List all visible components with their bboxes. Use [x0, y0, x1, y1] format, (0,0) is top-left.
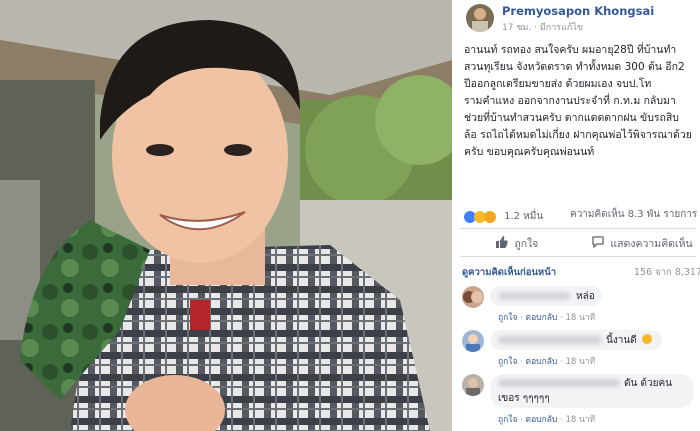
comment-text-value: นี้งานดี: [606, 335, 637, 346]
comment-button[interactable]: แสดงความคิดเห็น: [592, 235, 693, 252]
comment-actions: ถูกใจ · ตอบกลับ · 18 นาที: [498, 310, 595, 324]
author-avatar[interactable]: [466, 4, 494, 32]
redacted-name: [498, 379, 620, 387]
comment-actions: ถูกใจ · ตอบกลับ · 18 นาที: [498, 412, 595, 426]
comment-text-line: ดัน ด้วยคน: [624, 378, 673, 389]
avatar-image-icon: [466, 378, 480, 396]
speech-bubble-icon: [592, 236, 604, 249]
divider: [460, 256, 696, 257]
commenter-avatar[interactable]: [462, 330, 484, 352]
smile-emoji-icon: [641, 334, 652, 344]
reactions-count[interactable]: 1.2 หมื่น: [504, 211, 543, 222]
post-meta: 17 ชม. · มีการแก้ไข: [502, 20, 583, 34]
reactions-summary[interactable]: 1.2 หมื่น: [464, 206, 543, 223]
post-body-line: ช่วยที่บ้านทำสวนครับ ตากแดดตากฝน ขับรถสิ…: [464, 112, 679, 124]
comment-actions: ถูกใจ · ตอบกลับ · 18 นาที: [498, 354, 595, 368]
comment-reply-link[interactable]: ตอบกลับ: [526, 313, 558, 323]
post-body: อานนท์ รถทอง สนใจครับ ผมอายุ28ปี ที่บ้าน…: [464, 42, 696, 161]
avatar-image-icon: [463, 291, 483, 303]
like-button-label: ถูกใจ: [514, 238, 539, 250]
comment-like-link[interactable]: ถูกใจ: [498, 313, 517, 323]
comment-time[interactable]: 18 นาที: [565, 357, 595, 367]
comment-like-link[interactable]: ถูกใจ: [498, 415, 517, 425]
avatar-image-icon: [466, 334, 480, 352]
like-button[interactable]: ถูกใจ: [496, 235, 538, 252]
comment-reply-link[interactable]: ตอบกลับ: [526, 415, 558, 425]
comment-bubble[interactable]: นี้งานดี: [490, 330, 662, 350]
commenter-avatar[interactable]: [462, 286, 484, 308]
redacted-name: [498, 336, 602, 344]
comment-text: นี้งานดี: [606, 333, 652, 348]
comment-like-link[interactable]: ถูกใจ: [498, 357, 517, 367]
comment-text: หล่อ: [576, 291, 595, 302]
post-body-line: อานนท์ รถทอง สนใจครับ ผมอายุ28ปี ที่บ้าน…: [464, 44, 677, 56]
facebook-post-panel: Premyosapon Khongsai 17 ชม. · มีการแก้ไข…: [452, 0, 700, 431]
avatar-image-icon: [472, 8, 488, 32]
post-body-line: ล้อ รถไถได้หมดไม่เกี่ยง ฝากคุณพ่อไว้พิจา…: [464, 129, 692, 141]
photo-illustration: [0, 0, 452, 431]
post-body-line: รามคำแหง ออกจากงานประจำที่ ก.ท.ม กลับมา: [464, 95, 676, 107]
comment-text-line: เขอร ๆๆๆๆๆ: [498, 393, 550, 404]
divider: [460, 228, 696, 229]
post-time[interactable]: 17 ชม.: [502, 23, 531, 33]
commenter-avatar[interactable]: [462, 374, 484, 396]
thumbs-up-icon: [496, 236, 508, 248]
comment-reply-link[interactable]: ตอบกลับ: [526, 357, 558, 367]
comment-bubble[interactable]: หล่อ: [490, 286, 602, 306]
wow-reaction-icon: [484, 210, 496, 223]
comments-pagination: 156 จาก 8,317: [634, 267, 700, 278]
post-body-line: ครับ ขอบคุณครับคุณพ่อนนท์: [464, 146, 595, 158]
post-body-line: ปีออกลูกเตรียมขายส่ง ด้วยผมเอง จบป.โท: [464, 78, 652, 90]
redacted-name: [498, 292, 570, 300]
author-name[interactable]: Premyosapon Khongsai: [502, 4, 654, 18]
comments-count[interactable]: ความคิดเห็น 8.3 พัน รายการ: [570, 207, 697, 222]
comment-bubble[interactable]: ดัน ด้วยคน เขอร ๆๆๆๆๆ: [490, 374, 694, 408]
comment-button-label: แสดงความคิดเห็น: [610, 238, 693, 250]
post-body-line: สวนทุเรียน จังหวัดตราด ทำทั้งหมด 300 ต้น…: [464, 61, 685, 73]
view-previous-comments-link[interactable]: ดูความคิดเห็นก่อนหน้า: [462, 265, 556, 280]
comment-time[interactable]: 18 นาที: [565, 415, 595, 425]
post-photo[interactable]: [0, 0, 452, 431]
post-edited: · มีการแก้ไข: [534, 23, 584, 33]
comment-time[interactable]: 18 นาที: [565, 313, 595, 323]
